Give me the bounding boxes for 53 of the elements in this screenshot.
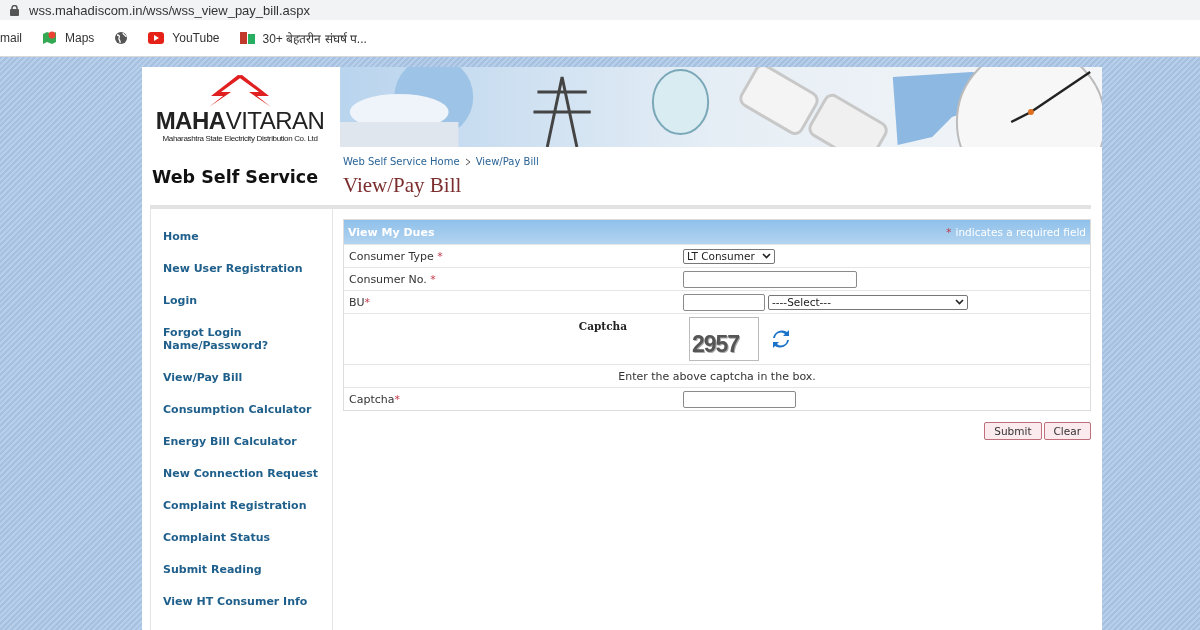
breadcrumb-link[interactable]: View/Pay Bill [475, 156, 539, 167]
breadcrumb-link[interactable]: Web Self Service Home [343, 156, 460, 167]
required-mark: * [429, 272, 436, 286]
sidebar-link[interactable]: View HT Consumer Info [163, 592, 333, 611]
sidebar-link[interactable]: Forgot Login Name/Password? [163, 323, 333, 355]
required-note: indicates a required field [955, 225, 1086, 239]
site-icon [239, 31, 255, 45]
logo-tagline: Maharashtra State Electricity Distribution Co. Ltd [162, 134, 318, 143]
clear-button[interactable]: Clear [1043, 422, 1091, 440]
refresh-icon[interactable] [772, 330, 790, 348]
field-label: BU [349, 295, 365, 309]
sidebar-link[interactable]: Complaint Status [163, 528, 333, 547]
consumer-type-dropdown[interactable]: LT Consumer [683, 248, 775, 264]
input-field[interactable] [683, 270, 857, 288]
sidebar-link[interactable]: Complaint Registration [163, 496, 333, 515]
sidebar-link[interactable]: Energy Bill Calculator [163, 432, 333, 451]
page-title: View/Pay Bill [343, 173, 463, 198]
bookmark-link[interactable]: Maps [65, 31, 95, 45]
input-field[interactable] [683, 390, 796, 408]
field-label: Consumer Type [349, 249, 434, 263]
panel-title: View My Dues [348, 225, 435, 239]
site-title: Web Self Service [151, 166, 320, 189]
required-mark: * [394, 392, 400, 406]
chevron-icon [464, 157, 471, 166]
sidebar-link[interactable]: Home [163, 227, 333, 246]
caret-icon [955, 299, 964, 305]
required-mark: * [364, 295, 371, 309]
bookmark-link[interactable]: mail [0, 31, 22, 45]
lock-icon [10, 4, 19, 16]
bu-dropdown[interactable]: ----Select--- [768, 294, 968, 310]
input-field[interactable] [683, 293, 765, 311]
sidebar-link[interactable]: New Connection Request [163, 464, 333, 483]
sidebar-link[interactable]: Submit Reading [163, 560, 333, 579]
field-label: Captcha [349, 392, 395, 406]
sidebar-link[interactable]: Consumption Calculator [163, 400, 333, 419]
captcha-instruction: Enter the above captcha in the box. [617, 369, 817, 383]
required-mark: * [946, 225, 952, 239]
field-label: Consumer No. [349, 272, 427, 286]
bookmark-link[interactable]: 30+ बेहतरीन संघर्ष प... [262, 29, 367, 47]
play-logo-icon [148, 32, 165, 44]
required-mark: * [436, 249, 443, 263]
sidebar-link[interactable]: New User Registration [163, 259, 333, 278]
bookmark-link[interactable]: YouTube [172, 31, 220, 45]
submit-button[interactable]: Submit [984, 422, 1042, 440]
map-pin-icon [42, 30, 57, 46]
logo-wordmark: MAHAVITARAN [155, 108, 325, 134]
captcha-label: Captcha [578, 320, 627, 332]
captcha-image: 2957 [689, 317, 759, 361]
globe-icon [114, 31, 129, 45]
caret-icon [762, 253, 771, 259]
sidebar-link[interactable]: Login [163, 291, 333, 310]
address-bar-url[interactable]: wss.mahadiscom.in/wss/wss_view_pay_bill.aspx [29, 2, 311, 18]
sidebar-link[interactable]: View/Pay Bill [163, 368, 333, 387]
